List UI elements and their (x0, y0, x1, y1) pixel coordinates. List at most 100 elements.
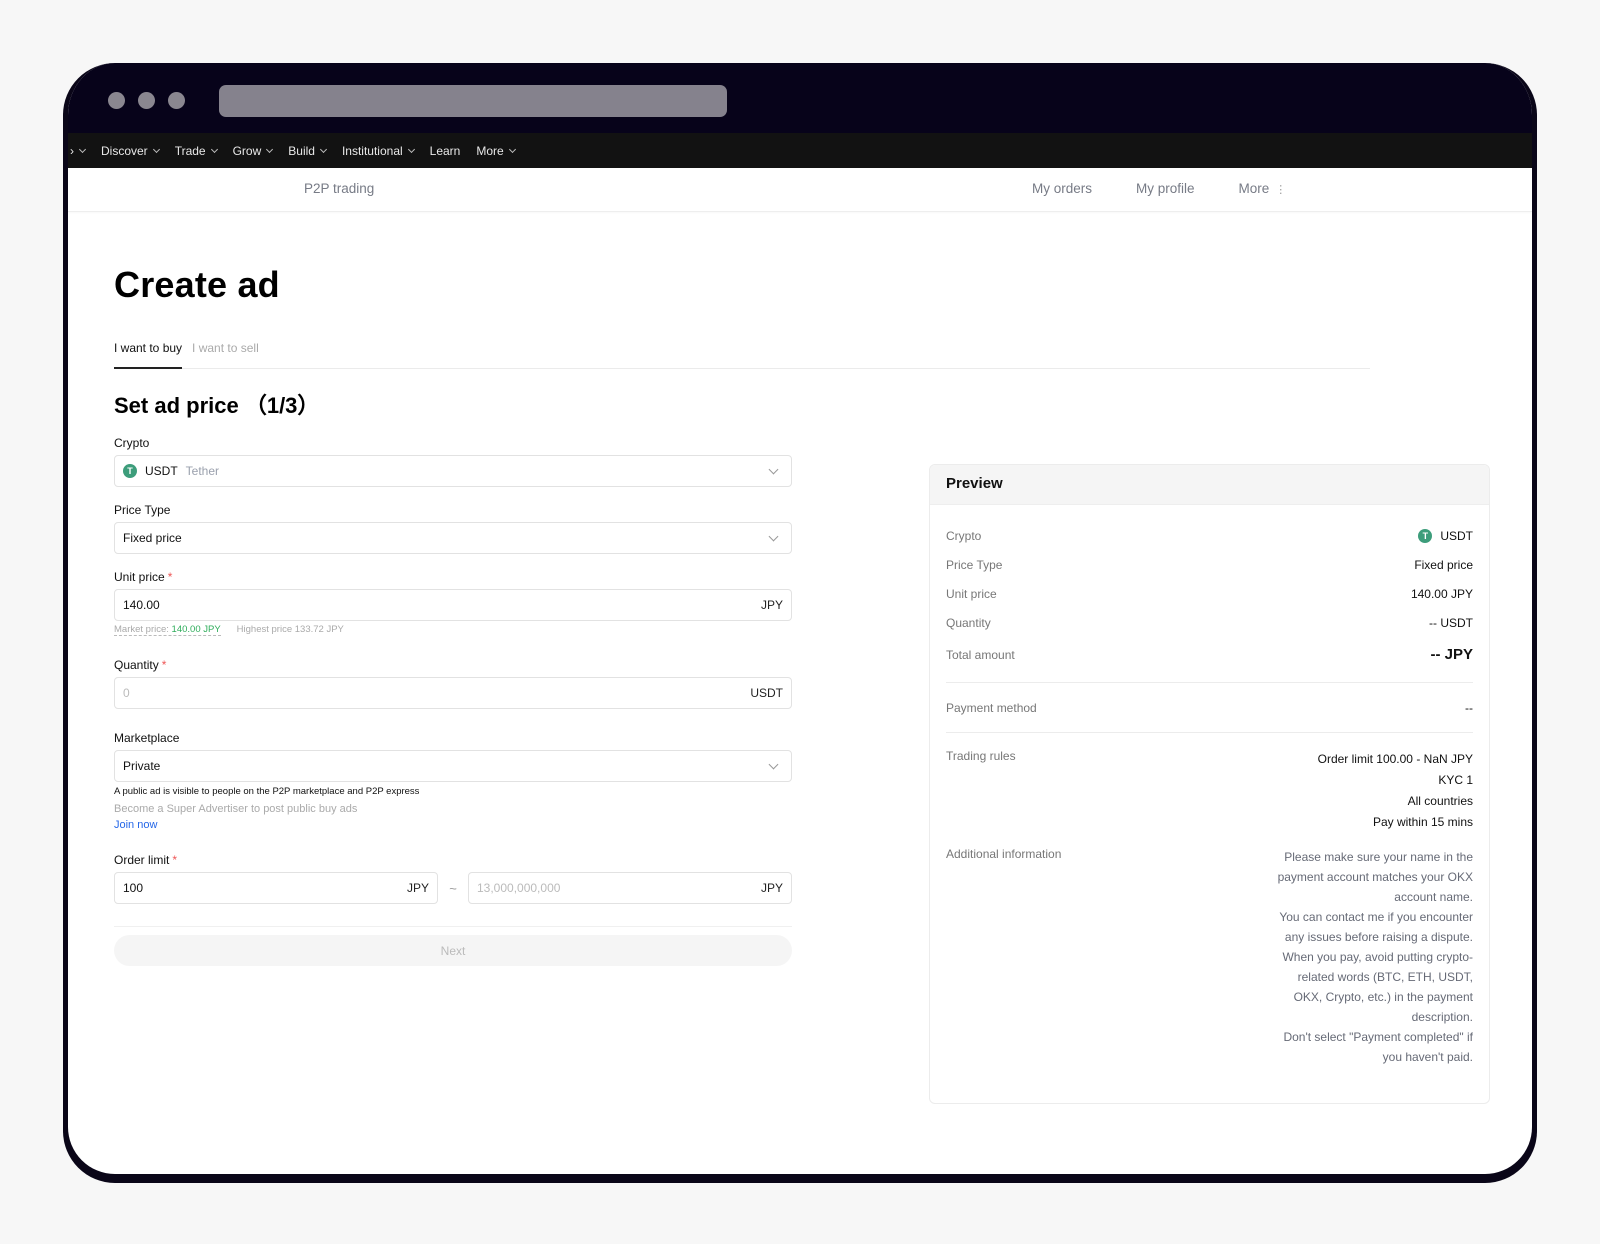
more-menu[interactable]: More ⋮ (1238, 181, 1287, 196)
top-navigation: › Discover Trade Grow Build Institutiona… (68, 133, 1532, 168)
preview-panel: Preview Crypto T USDT Price Type Fixed pr… (929, 464, 1490, 1104)
order-limit-min-value: 100 (123, 881, 144, 895)
nav-item-truncated[interactable]: › (70, 143, 87, 158)
rule-line: All countries (1407, 794, 1473, 808)
nav-item-label: Learn (429, 143, 461, 158)
price-type-field: Price Type Fixed price (114, 503, 792, 554)
chevron-down-icon (768, 531, 779, 541)
quantity-label: Quantity * (114, 658, 792, 672)
market-price-value: 140.00 JPY (171, 624, 221, 635)
crypto-label: Crypto (114, 436, 150, 450)
order-limit-label-text: Order limit (114, 853, 170, 867)
preview-value: 140.00 JPY (1410, 586, 1473, 601)
info-line: When you pay, avoid putting crypto-relat… (1282, 950, 1473, 1024)
nav-item-label: Grow (232, 143, 262, 158)
required-marker: * (161, 658, 167, 672)
crypto-name: Tether (185, 464, 220, 478)
form-divider (114, 926, 792, 927)
order-limit-max-input[interactable]: 13,000,000,000 JPY (468, 872, 792, 904)
nav-item-label: › (70, 143, 74, 158)
range-separator: ~ (449, 880, 457, 896)
market-price[interactable]: Market price: 140.00 JPY (114, 624, 221, 636)
tab-buy[interactable]: I want to buy (114, 338, 183, 369)
highest-price: Highest price 133.72 JPY (236, 624, 344, 635)
browser-titlebar (68, 63, 1532, 133)
nav-item-label: More (476, 143, 504, 158)
preview-row-price-type: Price Type Fixed price (946, 550, 1473, 579)
p2p-subnav: P2P trading My orders My profile More ⋮ (68, 168, 1532, 212)
trading-rules-list: Order limit 100.00 - NaN JPY KYC 1 All c… (1318, 749, 1473, 833)
quantity-field: Quantity * 0 USDT (114, 658, 792, 709)
chevron-down-icon (407, 145, 415, 153)
marketplace-field: Marketplace Private A public ad is visib… (114, 731, 792, 831)
more-label: More (1238, 181, 1270, 196)
nav-item-trade[interactable]: Trade (174, 143, 218, 158)
window-close-dot[interactable] (108, 92, 125, 109)
unit-price-field: Unit price * 140.00 JPY Market price: 140… (114, 570, 792, 636)
nav-item-discover[interactable]: Discover (101, 144, 160, 158)
nav-item-build[interactable]: Build (288, 144, 327, 158)
p2p-trading-link[interactable]: P2P trading (304, 181, 374, 196)
order-limit-range: 100 JPY ~ 13,000,000,000 JPY (114, 872, 792, 904)
chevron-down-icon (768, 759, 779, 769)
marketplace-value: Private (123, 759, 161, 773)
order-limit-label: Order limit * (114, 853, 792, 867)
preview-label: Quantity (946, 615, 991, 630)
preview-value: -- (1465, 700, 1473, 715)
ad-price-form: Set ad price （1/3） Crypto T USDT Tether … (114, 388, 792, 966)
tether-icon: T (123, 464, 137, 478)
price-hints: Market price: 140.00 JPY Highest price 1… (114, 624, 792, 636)
next-button[interactable]: Next (114, 935, 792, 966)
order-limit-max-placeholder: 13,000,000,000 (477, 881, 561, 895)
nav-item-more[interactable]: More (476, 143, 516, 158)
preview-label: Crypto (946, 528, 982, 543)
preview-value: T USDT (1418, 528, 1473, 543)
my-profile-link[interactable]: My profile (1136, 181, 1195, 196)
order-limit-field: Order limit * 100 JPY ~ 13,000,000,000 JP… (114, 853, 792, 904)
more-vertical-icon: ⋮ (1275, 184, 1286, 196)
join-now-link[interactable]: Join now (114, 819, 792, 831)
preview-label: Price Type (946, 557, 1003, 572)
price-type-select[interactable]: Fixed price (114, 522, 792, 554)
public-ad-note: A public ad is visible to people on the … (114, 786, 420, 797)
order-limit-min-input[interactable]: 100 JPY (114, 872, 438, 904)
my-orders-link[interactable]: My orders (1032, 181, 1092, 196)
chevron-down-icon (319, 145, 327, 153)
address-bar[interactable] (219, 85, 727, 117)
preview-row-unit-price: Unit price 140.00 JPY (946, 579, 1473, 608)
nav-item-learn[interactable]: Learn (430, 144, 461, 158)
order-limit-min-currency: JPY (406, 881, 429, 895)
unit-price-currency: JPY (760, 598, 783, 612)
preview-crypto-value: USDT (1440, 528, 1473, 543)
preview-row-total: Total amount -- JPY (946, 637, 1473, 672)
rule-line: KYC 1 (1438, 773, 1473, 787)
nav-item-institutional[interactable]: Institutional (342, 144, 415, 158)
quantity-input[interactable]: 0 USDT (114, 677, 792, 709)
trade-direction-tabs: I want to buy I want to sell (114, 338, 1370, 369)
crypto-select[interactable]: T USDT Tether (114, 455, 792, 487)
preview-total-value: -- JPY (1430, 646, 1473, 663)
rule-line: Pay within 15 mins (1372, 815, 1473, 829)
nav-item-grow[interactable]: Grow (232, 143, 274, 158)
nav-item-label: Trade (174, 143, 206, 158)
tab-sell[interactable]: I want to sell (192, 338, 259, 369)
browser-window: › Discover Trade Grow Build Institutiona… (63, 63, 1537, 1179)
unit-price-input[interactable]: 140.00 JPY (114, 589, 792, 621)
window-minimize-dot[interactable] (138, 92, 155, 109)
preview-label: Payment method (946, 700, 1037, 715)
super-advertiser-note: Become a Super Advertiser to post public… (114, 803, 358, 815)
preview-title: Preview (930, 465, 1489, 505)
section-title: Set ad price （1/3） (114, 393, 320, 418)
quantity-label-text: Quantity (114, 658, 159, 672)
unit-price-label-text: Unit price (114, 570, 165, 584)
chevron-down-icon (508, 145, 516, 153)
price-type-label: Price Type (114, 503, 171, 517)
window-maximize-dot[interactable] (168, 92, 185, 109)
info-line: You can contact me if you encounter any … (1279, 910, 1473, 944)
rule-line: Order limit 100.00 - NaN JPY (1317, 752, 1473, 766)
info-line: Don't select "Payment completed" if you … (1283, 1030, 1473, 1064)
marketplace-select[interactable]: Private (114, 750, 792, 782)
quantity-currency: USDT (750, 686, 783, 700)
unit-price-value: 140.00 (123, 598, 160, 612)
order-limit-max-currency: JPY (760, 881, 783, 895)
